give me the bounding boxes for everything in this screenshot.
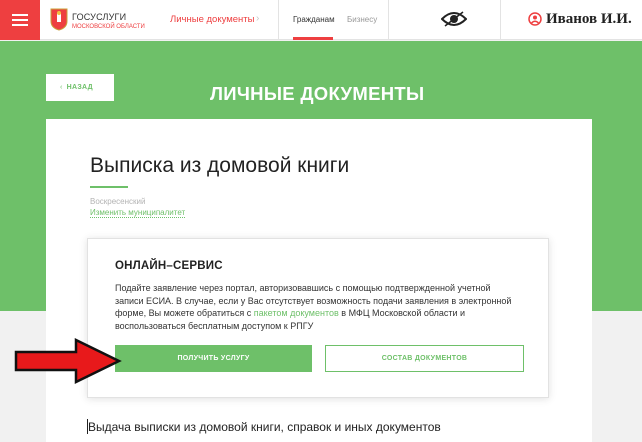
section-heading: Выдача выписки из домовой книги, справок… (88, 420, 441, 434)
change-municipality-link[interactable]: Изменить муниципалитет (90, 208, 186, 218)
top-header: ГОСУСЛУГИ МОСКОВСКОЙ ОБЛАСТИ Личные доку… (0, 0, 642, 40)
chevron-left-icon: ‹ (60, 84, 63, 91)
nav-active-indicator (293, 37, 333, 40)
divider (388, 0, 389, 40)
back-button[interactable]: ‹ НАЗАД (46, 74, 114, 101)
menu-icon (12, 14, 28, 16)
user-icon[interactable] (528, 12, 542, 26)
online-service-description: Подайте заявление через портал, авторизо… (115, 282, 515, 332)
coat-of-arms-icon[interactable] (50, 8, 68, 31)
brand-title[interactable]: ГОСУСЛУГИ (72, 12, 126, 22)
menu-button[interactable] (0, 0, 40, 40)
user-name[interactable]: Иванов И.И. (546, 11, 632, 28)
document-title: Выписка из домовой книги (90, 154, 350, 177)
eye-icon[interactable] (441, 10, 467, 28)
section-link-personal-documents[interactable]: Личные документы (170, 14, 254, 25)
divider (500, 0, 501, 40)
brand-subtitle: МОСКОВСКОЙ ОБЛАСТИ (72, 24, 145, 30)
documents-list-button[interactable]: СОСТАВ ДОКУМЕНТОВ (325, 345, 524, 372)
municipality-name: Воскресенский (90, 197, 146, 206)
title-underline (90, 186, 128, 188)
nav-tab-citizens[interactable]: Гражданам (293, 15, 335, 24)
back-button-label: НАЗАД (66, 84, 93, 91)
chevron-right-icon: › (256, 13, 260, 24)
page-title: ЛИЧНЫЕ ДОКУМЕНТЫ (210, 83, 425, 104)
nav-tab-business[interactable]: Бизнесу (347, 15, 377, 24)
red-arrow-icon (14, 337, 122, 385)
divider (278, 0, 279, 40)
online-service-title: ОНЛАЙН–СЕРВИС (115, 260, 223, 272)
get-service-button[interactable]: ПОЛУЧИТЬ УСЛУГУ (115, 345, 312, 372)
documents-package-link[interactable]: пакетом документов (254, 308, 339, 318)
